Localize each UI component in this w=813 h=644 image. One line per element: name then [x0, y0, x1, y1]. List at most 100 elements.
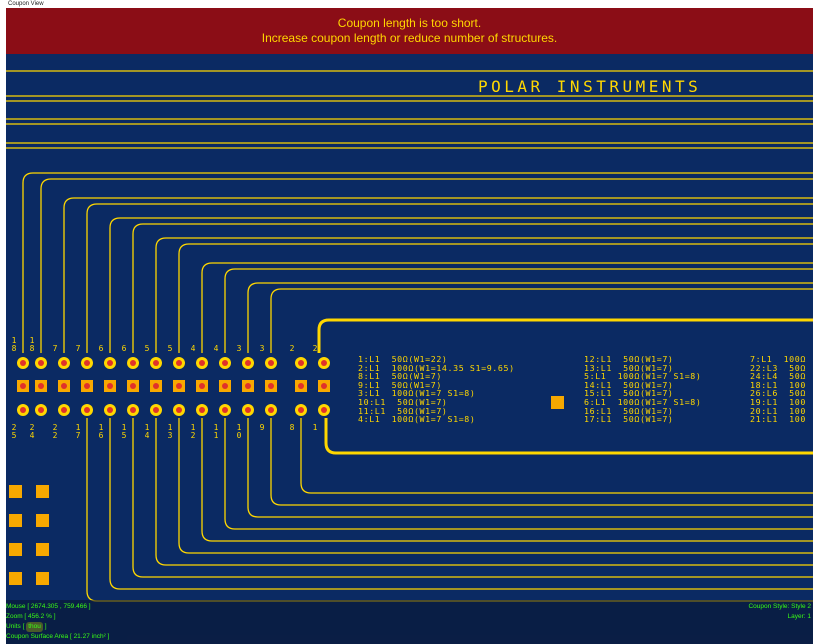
zoom-readout: Zoom [ 456.2 % ]	[6, 613, 56, 620]
pad-label: 0	[237, 431, 242, 440]
pad-ground-hole	[107, 383, 113, 389]
pad-label: 2	[313, 344, 318, 353]
area-readout: Coupon Surface Area [ 21.27 inch² ]	[6, 633, 110, 640]
pad-ground-hole	[199, 383, 205, 389]
pad-edge	[9, 572, 22, 585]
pad-bottom-hole	[298, 407, 304, 413]
pad-top-hole	[176, 360, 182, 366]
pad-bottom-hole	[38, 407, 44, 413]
pad-ground-hole	[176, 383, 182, 389]
signal-trace	[247, 418, 813, 518]
signal-trace	[40, 178, 813, 353]
pad-edge	[9, 485, 22, 498]
structure-entry: 21:L1 100	[750, 414, 806, 425]
pad-top-hole	[222, 360, 228, 366]
pad-label: 1	[313, 423, 318, 432]
pad-label: 8	[12, 344, 17, 353]
pad-label: 2	[53, 431, 58, 440]
pad-ground-hole	[298, 383, 304, 389]
units-readout: Units [ thou ]	[6, 622, 109, 632]
pad-label: 4	[214, 344, 219, 353]
pad-label: 6	[122, 344, 127, 353]
pad-ground-hole	[38, 383, 44, 389]
pad-ground-hole	[20, 383, 26, 389]
pad-reference	[551, 396, 564, 409]
layer-readout: Layer: 1	[787, 613, 812, 620]
pad-label: 3	[168, 431, 173, 440]
signal-trace	[270, 418, 813, 506]
pad-edge	[36, 543, 49, 556]
window-title: Coupon View	[0, 0, 813, 8]
structure-list-col3: 7:L1 100Ω 22:L3 50Ω 24:L4 50Ω 18:L1 100 26:L…	[750, 355, 806, 424]
pad-label: 7	[53, 344, 58, 353]
pad-edge	[36, 485, 49, 498]
warning-line-1: Coupon length is too short.	[337, 16, 482, 30]
pad-bottom-hole	[61, 407, 67, 413]
signal-trace	[201, 262, 813, 353]
pad-top-hole	[107, 360, 113, 366]
signal-trace-wide	[317, 318, 813, 353]
signal-trace	[178, 243, 813, 353]
pad-label: 4	[145, 431, 150, 440]
pad-label: 3	[237, 344, 242, 353]
pad-label: 2	[290, 344, 295, 353]
pad-label: 1	[214, 431, 219, 440]
pad-bottom-hole	[199, 407, 205, 413]
units-close: ]	[44, 623, 47, 630]
pad-bottom-hole	[222, 407, 228, 413]
warning-line-2: Increase coupon length or reduce number …	[261, 31, 558, 45]
pad-bottom-hole	[20, 407, 26, 413]
signal-trace	[224, 418, 813, 530]
pad-label: 3	[260, 344, 265, 353]
structure-entry: 17:L1 50Ω(W1=7)	[584, 414, 674, 425]
pad-bottom-hole	[245, 407, 251, 413]
signal-trace	[224, 268, 813, 353]
pad-top-hole	[199, 360, 205, 366]
signal-trace	[86, 418, 813, 602]
pad-label: 2	[191, 431, 196, 440]
pad-label: 9	[260, 423, 265, 432]
pad-label: 4	[191, 344, 196, 353]
structure-list-col2: 12:L1 50Ω(W1=7) 13:L1 50Ω(W1=7) 5:L1 100Ω(…	[584, 355, 702, 424]
structure-list-col1: 1:L1 50Ω(W1=22) 2:L1 100Ω(W1=14.35 S1=9.6…	[358, 355, 515, 424]
pad-bottom-hole	[107, 407, 113, 413]
coupon-canvas[interactable]: 1818776655443322252422171615141312111098…	[6, 8, 813, 644]
pad-ground-hole	[321, 383, 327, 389]
pad-edge	[9, 514, 22, 527]
pad-top-hole	[245, 360, 251, 366]
pad-ground-hole	[268, 383, 274, 389]
pad-edge	[9, 543, 22, 556]
pad-top-hole	[268, 360, 274, 366]
pad-top-hole	[38, 360, 44, 366]
signal-trace	[155, 237, 813, 353]
pad-label: 7	[76, 431, 81, 440]
pad-label: 8	[30, 344, 35, 353]
status-right: Coupon Style: Style 2 Layer: 1	[748, 602, 811, 622]
status-left: Mouse [ 2674.305 , 759.466 ] Zoom [ 456.…	[6, 602, 109, 642]
pad-edge	[36, 514, 49, 527]
units-label: Units [	[6, 623, 25, 630]
mouse-readout: Mouse [ 2674.305 , 759.466 ]	[6, 603, 91, 610]
pad-bottom-hole	[321, 407, 327, 413]
pad-bottom-hole	[84, 407, 90, 413]
signal-trace	[109, 418, 813, 590]
pad-ground-hole	[130, 383, 136, 389]
trace-group	[6, 70, 813, 602]
pad-bottom-hole	[130, 407, 136, 413]
brand-text: POLAR INSTRUMENTS	[478, 77, 702, 96]
pad-bottom-hole	[268, 407, 274, 413]
pad-label: 4	[30, 431, 35, 440]
pad-label: 5	[145, 344, 150, 353]
signal-trace	[247, 282, 813, 353]
units-value[interactable]: thou	[26, 622, 43, 632]
pad-bottom-hole	[153, 407, 159, 413]
status-overlay	[6, 600, 813, 644]
signal-trace	[86, 203, 813, 353]
pad-top-hole	[153, 360, 159, 366]
pad-label: 5	[122, 431, 127, 440]
pad-edge	[36, 572, 49, 585]
pad-label: 6	[99, 344, 104, 353]
signal-trace	[300, 418, 813, 494]
pad-top-hole	[130, 360, 136, 366]
pad-label: 5	[168, 344, 173, 353]
